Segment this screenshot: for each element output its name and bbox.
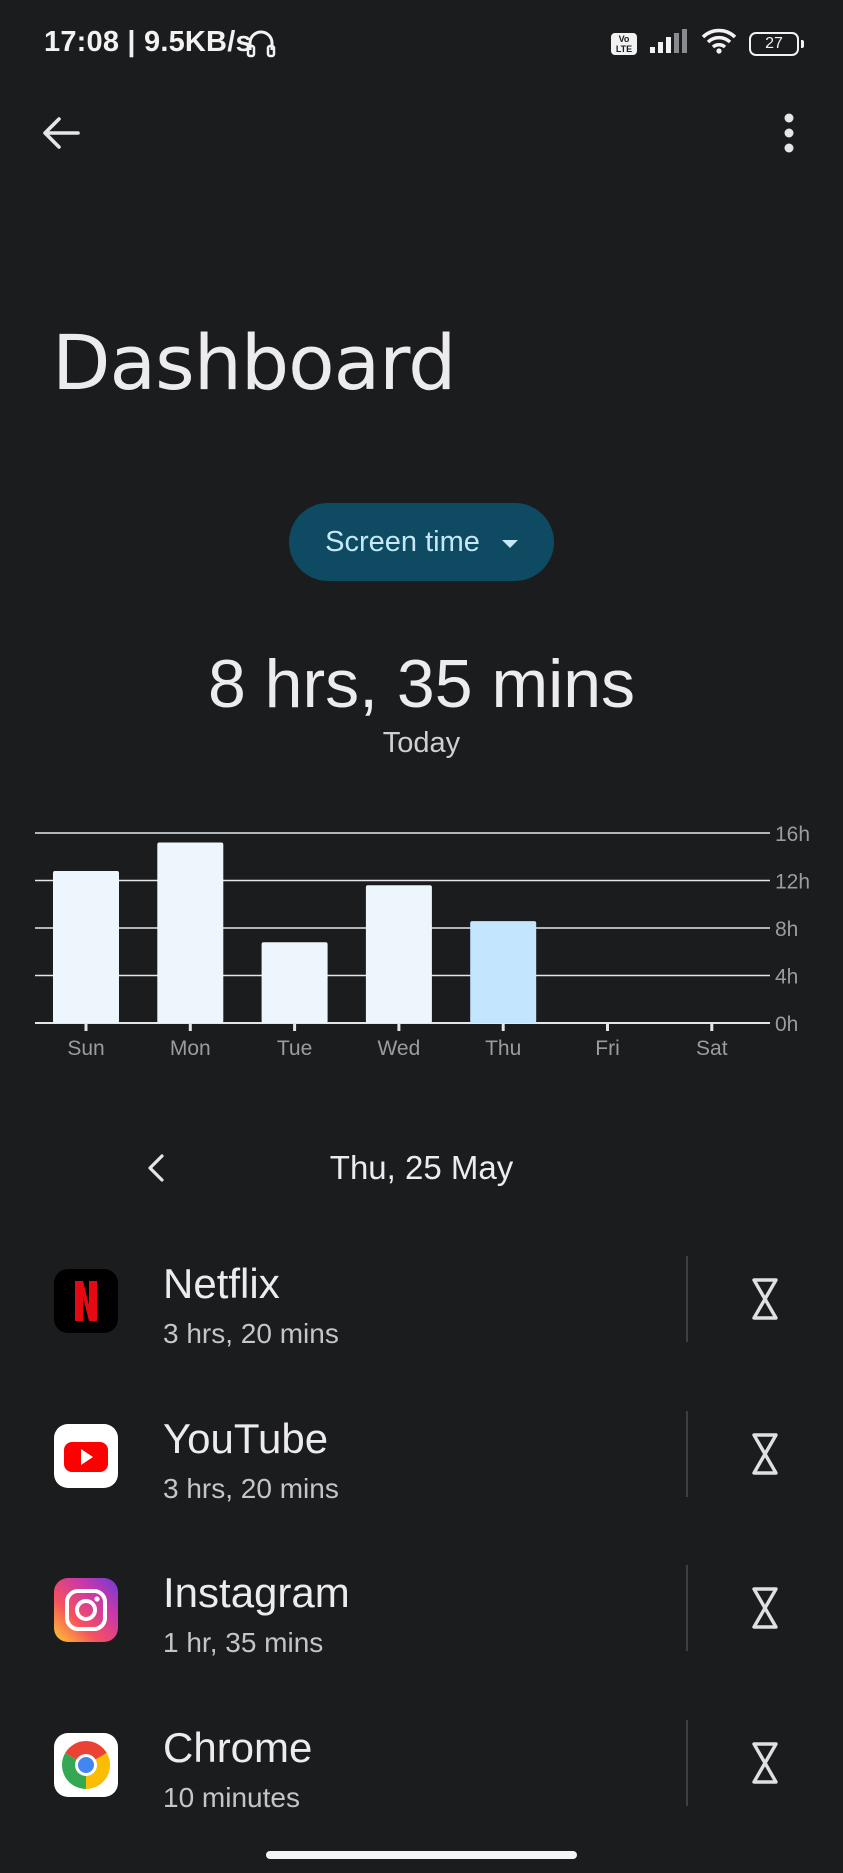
app-row-instagram[interactable]: Instagram 1 hr, 35 mins [0, 1545, 843, 1699]
netflix-icon [54, 1269, 118, 1333]
period-label: Today [382, 727, 461, 759]
hourglass-icon [751, 1741, 779, 1790]
signal-icon [649, 29, 689, 58]
app-row-chrome[interactable]: Chrome 10 minutes [0, 1700, 843, 1854]
dropdown-caret-icon [501, 540, 518, 548]
y-tick-label: 4h [775, 966, 798, 989]
divider [686, 1411, 688, 1497]
y-tick-label: 8h [775, 918, 798, 941]
app-usage: 1 hr, 35 mins [163, 1627, 324, 1658]
app-name: Chrome [163, 1724, 313, 1771]
headset-icon [246, 28, 276, 63]
divider [686, 1720, 688, 1806]
home-indicator[interactable] [266, 1851, 577, 1859]
app-timer-button[interactable] [728, 1423, 802, 1489]
app-row-youtube[interactable]: YouTube 3 hrs, 20 mins [0, 1391, 843, 1545]
divider [686, 1256, 688, 1342]
app-row-netflix[interactable]: Netflix 3 hrs, 20 mins [0, 1236, 843, 1390]
status-time-speed: 17:08 | 9.5KB/s [44, 26, 252, 58]
bar-mon[interactable] [157, 842, 224, 1024]
bar-wed[interactable] [365, 885, 432, 1023]
x-tick-label: Sun [67, 1037, 104, 1060]
bar-sun[interactable] [53, 871, 119, 1023]
app-usage: 3 hrs, 20 mins [163, 1473, 339, 1504]
chrome-icon [54, 1733, 118, 1797]
app-name: Netflix [163, 1260, 280, 1307]
y-tick-label: 16h [775, 823, 810, 846]
divider [686, 1565, 688, 1651]
instagram-icon [54, 1578, 118, 1642]
more-options-button[interactable] [761, 104, 817, 166]
x-tick-label: Tue [277, 1037, 312, 1060]
app-timer-button[interactable] [728, 1268, 802, 1334]
x-tick-label: Thu [485, 1037, 521, 1060]
hourglass-icon [751, 1277, 779, 1326]
total-screen-time: 8 hrs, 35 mins [207, 646, 636, 722]
x-tick-label: Wed [377, 1037, 420, 1060]
bar-tue[interactable] [261, 942, 328, 1023]
y-tick-label: 0h [775, 1013, 798, 1036]
app-timer-button[interactable] [728, 1732, 802, 1798]
volte-icon: Vo LTE [611, 32, 637, 55]
youtube-icon [54, 1424, 118, 1488]
app-usage: 10 minutes [163, 1782, 300, 1813]
screen-time-dropdown[interactable]: Screen time [289, 503, 554, 581]
y-tick-label: 12h [775, 871, 810, 894]
x-tick-label: Sat [696, 1037, 728, 1060]
page-title: Dashboard [52, 318, 456, 407]
usage-bar-chart[interactable]: 0h 4h 8h 12h 16h Sun Mon Tue Wed Thu Fri Sat [0, 815, 843, 1065]
x-tick-label: Mon [170, 1037, 211, 1060]
battery-icon: 27 [749, 31, 804, 56]
back-button[interactable] [30, 104, 92, 166]
wifi-icon [701, 28, 737, 59]
status-icons: Vo LTE 27 [611, 28, 804, 59]
x-tick-label: Fri [595, 1037, 620, 1060]
app-usage: 3 hrs, 20 mins [163, 1318, 339, 1349]
app-timer-button[interactable] [728, 1577, 802, 1643]
selected-date: Thu, 25 May [329, 1149, 514, 1186]
hourglass-icon [751, 1432, 779, 1481]
app-name: YouTube [163, 1415, 329, 1462]
bar-thu[interactable] [470, 921, 537, 1023]
arrow-back-icon [42, 116, 80, 155]
more-vert-icon [783, 113, 795, 158]
hourglass-icon [751, 1586, 779, 1635]
dropdown-label: Screen time [325, 525, 480, 558]
app-name: Instagram [163, 1569, 350, 1616]
